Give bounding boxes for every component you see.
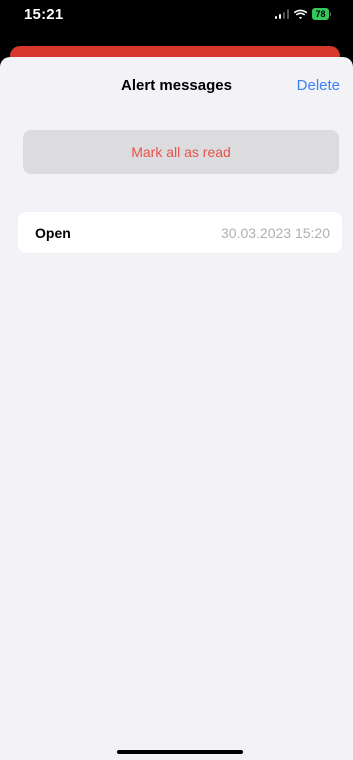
alert-status: Open [35,224,71,241]
mark-all-read-button[interactable]: Mark all as read [23,130,339,174]
wifi-icon [293,9,308,20]
battery-level: 78 [312,8,329,20]
alert-date: 30.03.2023 15:20 [221,224,330,241]
signal-icon [274,9,290,19]
status-icons: 78 [274,8,331,20]
alert-messages-sheet: Alert messages Delete Mark all as read O… [0,57,353,760]
battery-tip [329,12,331,16]
battery-icon: 78 [312,8,331,20]
alert-list-item[interactable]: Open 30.03.2023 15:20 [18,212,342,253]
delete-button[interactable]: Delete [297,77,340,94]
alert-list: Open 30.03.2023 15:20 [18,212,342,253]
home-indicator[interactable] [117,750,243,754]
status-bar: 15:21 78 [0,0,353,44]
status-time: 15:21 [24,6,64,23]
